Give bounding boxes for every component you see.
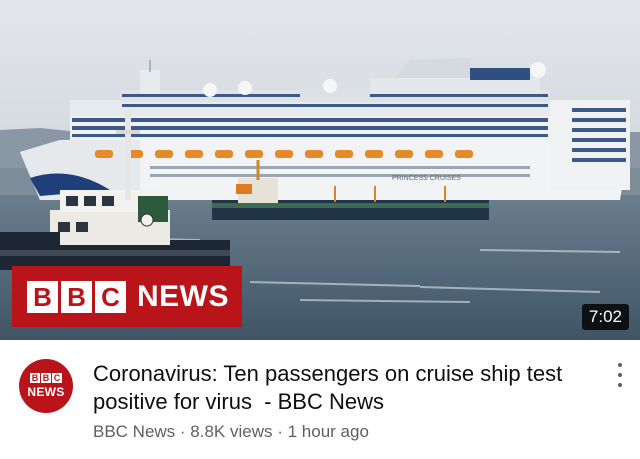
logo-news-text: NEWS xyxy=(137,279,229,313)
avatar-block-b2: B xyxy=(41,373,51,383)
view-count: 8.8K views xyxy=(190,422,273,441)
video-metadata: BBC News · 8.8K views · 1 hour ago xyxy=(93,422,369,442)
kebab-dot xyxy=(618,383,622,387)
video-info-panel: B B C NEWS Coronavirus: Ten passengers o… xyxy=(0,340,640,459)
logo-block-c: C xyxy=(95,280,126,313)
channel-name[interactable]: BBC News xyxy=(93,422,175,441)
video-thumbnail[interactable]: PRINCESS CRUISES B B C NEWS 7:02 xyxy=(0,0,640,340)
avatar-news-text: NEWS xyxy=(27,385,65,399)
video-title[interactable]: Coronavirus: Ten passengers on cruise sh… xyxy=(93,360,593,416)
logo-block-b1: B xyxy=(27,280,58,313)
ship-name-text: PRINCESS CRUISES xyxy=(392,175,461,182)
avatar-block-b1: B xyxy=(30,373,40,383)
logo-block-b2: B xyxy=(61,280,92,313)
upload-age: 1 hour ago xyxy=(287,422,369,441)
kebab-menu-icon[interactable] xyxy=(608,360,632,390)
kebab-dot xyxy=(618,363,622,367)
meta-separator: · xyxy=(175,422,191,441)
bbc-news-logo-overlay: B B C NEWS xyxy=(12,266,242,327)
channel-avatar[interactable]: B B C NEWS xyxy=(19,359,73,413)
meta-separator: · xyxy=(272,422,288,441)
kebab-dot xyxy=(618,373,622,377)
avatar-block-c: C xyxy=(52,373,62,383)
avatar-logo-blocks: B B C xyxy=(30,373,62,383)
video-duration-badge: 7:02 xyxy=(581,304,629,330)
